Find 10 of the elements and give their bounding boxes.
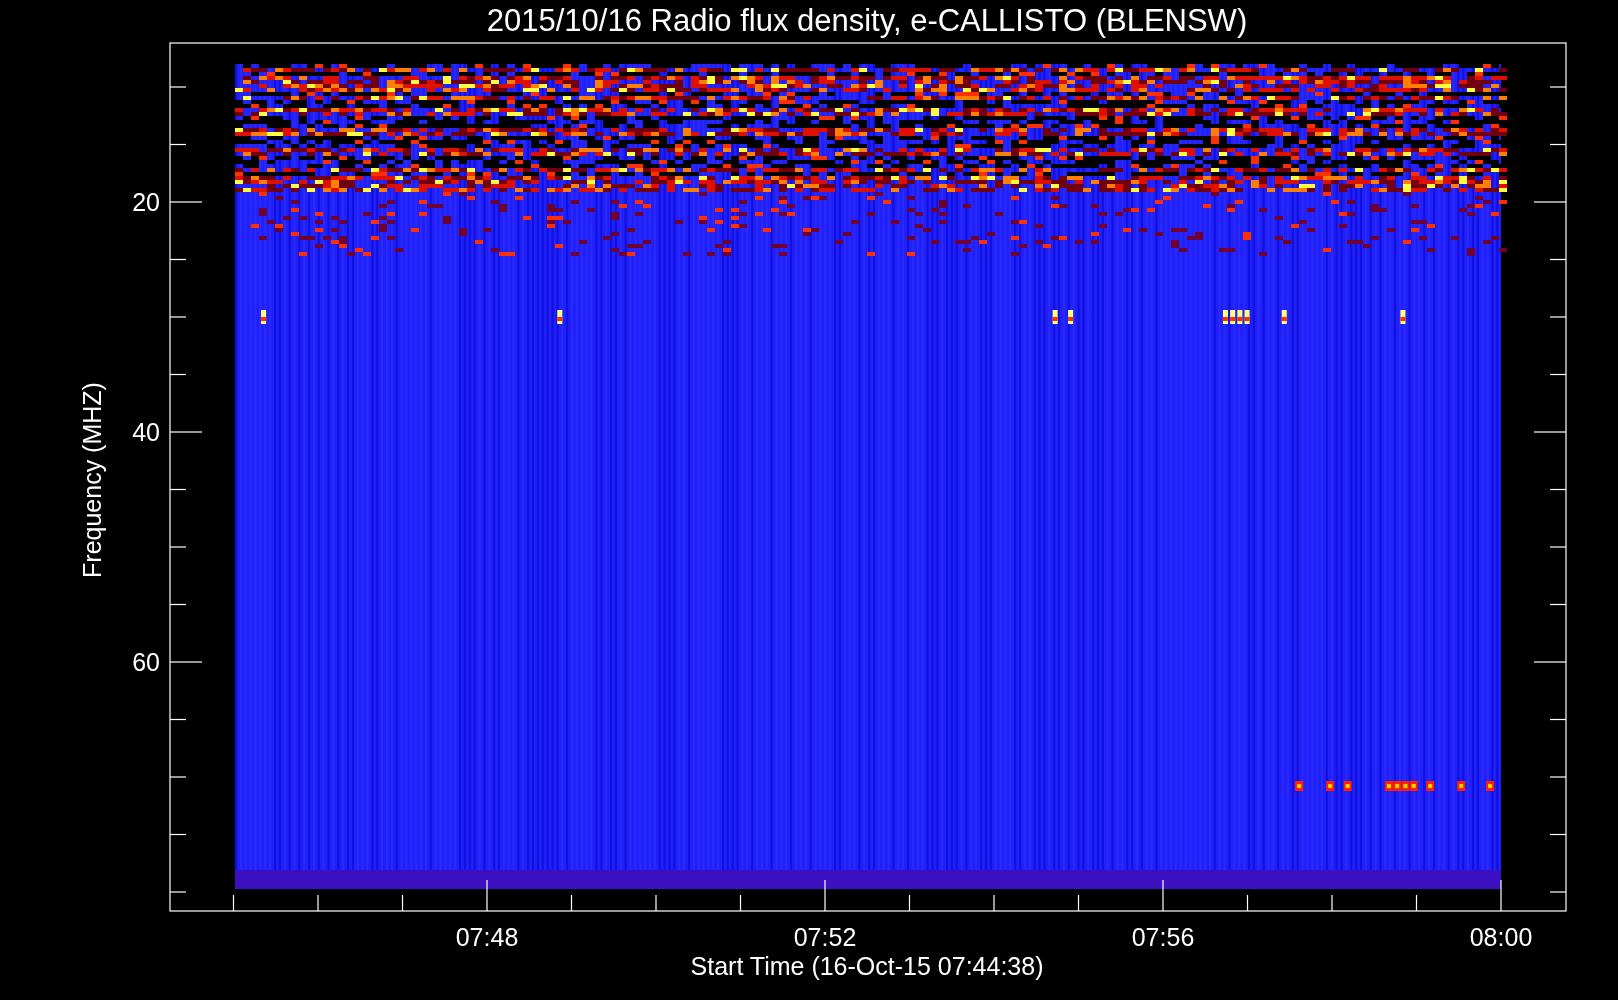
tick-label: 07:56 [1131, 923, 1195, 951]
tick-label: 07:48 [455, 923, 519, 951]
tick-label: 08:00 [1469, 923, 1533, 951]
axis-label: Frequency (MHZ) [78, 382, 106, 578]
tick-label: 07:52 [793, 923, 857, 951]
tick-label: 60 [132, 648, 160, 676]
axis-label: Start Time (16-Oct-15 07:44:38) [690, 952, 1044, 980]
chart-title: 2015/10/16 Radio flux density, e-CALLISTO (BLENSW) [486, 3, 1248, 38]
tick-label: 40 [132, 418, 160, 446]
tick-label: 20 [132, 188, 160, 216]
